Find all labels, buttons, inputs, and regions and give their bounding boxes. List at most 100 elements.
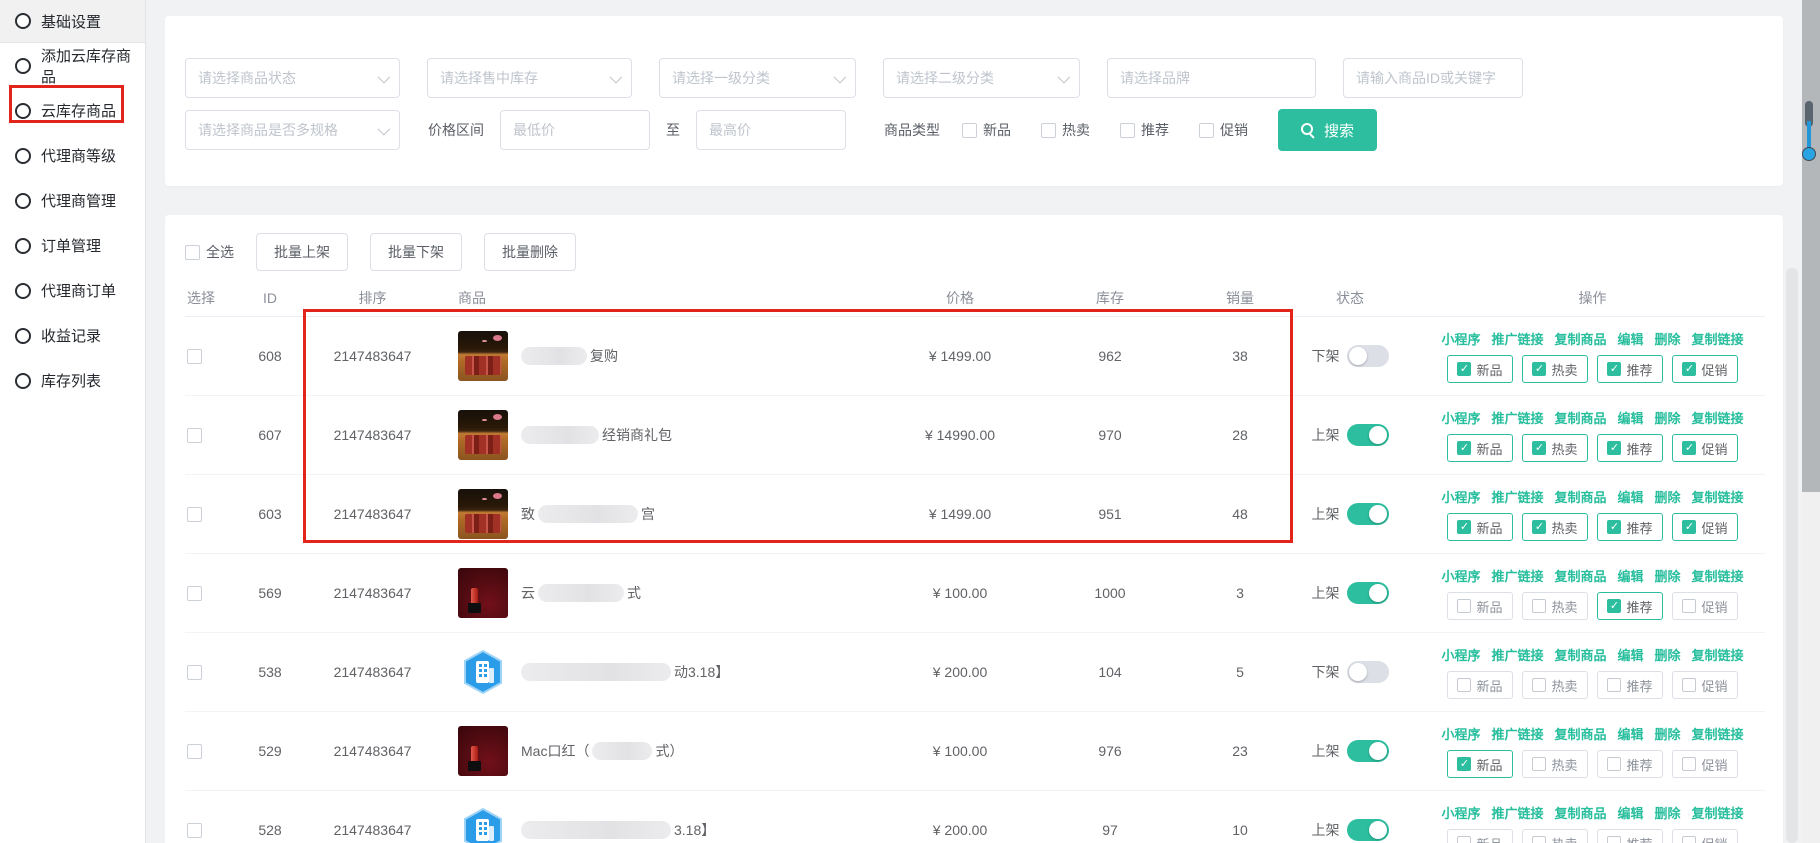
- link-delete[interactable]: 删除: [1655, 487, 1681, 506]
- link-miniprogram[interactable]: 小程序: [1441, 803, 1480, 822]
- select-product-status[interactable]: 请选择商品状态: [185, 58, 400, 98]
- row-checkbox[interactable]: [187, 823, 202, 838]
- tag-recommend[interactable]: ✓ 推荐: [1597, 592, 1663, 620]
- row-checkbox[interactable]: [187, 507, 202, 522]
- tag-hot[interactable]: 热卖: [1522, 671, 1588, 699]
- tag-recommend[interactable]: 推荐: [1597, 671, 1663, 699]
- link-miniprogram[interactable]: 小程序: [1441, 487, 1480, 506]
- batch-on-shelf-button[interactable]: 批量上架: [256, 233, 348, 271]
- status-toggle[interactable]: [1347, 503, 1389, 525]
- max-price-input[interactable]: [696, 110, 846, 150]
- tag-hot[interactable]: 热卖: [1522, 829, 1588, 843]
- link-edit[interactable]: 编辑: [1618, 329, 1644, 348]
- link-edit[interactable]: 编辑: [1618, 803, 1644, 822]
- tag-hot[interactable]: ✓ 热卖: [1522, 434, 1588, 462]
- link-copy-url[interactable]: 复制链接: [1692, 803, 1744, 822]
- status-toggle[interactable]: [1347, 345, 1389, 367]
- link-delete[interactable]: 删除: [1655, 724, 1681, 743]
- tag-hot[interactable]: 热卖: [1522, 750, 1588, 778]
- brand-input[interactable]: [1107, 58, 1316, 98]
- page-scrollbar-thumb[interactable]: [1802, 0, 1820, 492]
- link-promo-link[interactable]: 推广链接: [1491, 803, 1543, 822]
- status-toggle[interactable]: [1347, 819, 1389, 841]
- link-edit[interactable]: 编辑: [1618, 566, 1644, 585]
- sidebar-item-3[interactable]: 代理商等级: [0, 133, 145, 178]
- row-checkbox[interactable]: [187, 349, 202, 364]
- tag-new[interactable]: 新品: [1447, 829, 1513, 843]
- link-miniprogram[interactable]: 小程序: [1441, 724, 1480, 743]
- link-copy-url[interactable]: 复制链接: [1692, 408, 1744, 427]
- link-copy-url[interactable]: 复制链接: [1692, 487, 1744, 506]
- status-toggle[interactable]: [1347, 582, 1389, 604]
- link-edit[interactable]: 编辑: [1618, 487, 1644, 506]
- sidebar-item-1[interactable]: 添加云库存商品: [0, 43, 145, 88]
- inner-scrollbar-thumb[interactable]: [1786, 268, 1798, 843]
- link-delete[interactable]: 删除: [1655, 803, 1681, 822]
- select-onsale-stock[interactable]: 请选择售中库存: [427, 58, 632, 98]
- tag-hot[interactable]: ✓ 热卖: [1522, 513, 1588, 541]
- link-promo-link[interactable]: 推广链接: [1491, 329, 1543, 348]
- link-copy-product[interactable]: 复制商品: [1554, 645, 1606, 664]
- keyword-input[interactable]: [1343, 58, 1523, 98]
- tag-new[interactable]: ✓ 新品: [1447, 434, 1513, 462]
- sidebar-item-6[interactable]: 代理商订单: [0, 268, 145, 313]
- status-toggle[interactable]: [1347, 661, 1389, 683]
- link-copy-product[interactable]: 复制商品: [1554, 803, 1606, 822]
- link-promo-link[interactable]: 推广链接: [1491, 724, 1543, 743]
- link-copy-url[interactable]: 复制链接: [1692, 566, 1744, 585]
- link-miniprogram[interactable]: 小程序: [1441, 566, 1480, 585]
- link-miniprogram[interactable]: 小程序: [1441, 645, 1480, 664]
- link-copy-url[interactable]: 复制链接: [1692, 329, 1744, 348]
- link-delete[interactable]: 删除: [1655, 329, 1681, 348]
- sidebar-item-0[interactable]: 基础设置: [0, 0, 145, 43]
- type-checkbox-0[interactable]: 新品: [962, 120, 1011, 140]
- row-checkbox[interactable]: [187, 665, 202, 680]
- tag-recommend[interactable]: ✓ 推荐: [1597, 434, 1663, 462]
- status-toggle[interactable]: [1347, 740, 1389, 762]
- batch-delete-button[interactable]: 批量删除: [484, 233, 576, 271]
- type-checkbox-3[interactable]: 促销: [1199, 120, 1248, 140]
- status-toggle[interactable]: [1347, 424, 1389, 446]
- sidebar-item-5[interactable]: 订单管理: [0, 223, 145, 268]
- tag-new[interactable]: 新品: [1447, 671, 1513, 699]
- tag-recommend[interactable]: ✓ 推荐: [1597, 513, 1663, 541]
- select-category-level2[interactable]: 请选择二级分类: [883, 58, 1080, 98]
- tag-hot[interactable]: 热卖: [1522, 592, 1588, 620]
- link-copy-url[interactable]: 复制链接: [1692, 724, 1744, 743]
- link-copy-url[interactable]: 复制链接: [1692, 645, 1744, 664]
- type-checkbox-2[interactable]: 推荐: [1120, 120, 1169, 140]
- link-promo-link[interactable]: 推广链接: [1491, 487, 1543, 506]
- tag-promotion[interactable]: ✓ 促销: [1672, 434, 1738, 462]
- select-category-level1[interactable]: 请选择一级分类: [659, 58, 856, 98]
- tag-new[interactable]: 新品: [1447, 592, 1513, 620]
- link-copy-product[interactable]: 复制商品: [1554, 724, 1606, 743]
- tag-promotion[interactable]: 促销: [1672, 750, 1738, 778]
- batch-off-shelf-button[interactable]: 批量下架: [370, 233, 462, 271]
- row-checkbox[interactable]: [187, 744, 202, 759]
- link-miniprogram[interactable]: 小程序: [1441, 408, 1480, 427]
- tag-new[interactable]: ✓ 新品: [1447, 750, 1513, 778]
- link-copy-product[interactable]: 复制商品: [1554, 408, 1606, 427]
- link-copy-product[interactable]: 复制商品: [1554, 329, 1606, 348]
- link-delete[interactable]: 删除: [1655, 645, 1681, 664]
- tag-new[interactable]: ✓ 新品: [1447, 513, 1513, 541]
- link-promo-link[interactable]: 推广链接: [1491, 566, 1543, 585]
- tag-promotion[interactable]: 促销: [1672, 671, 1738, 699]
- sidebar-item-4[interactable]: 代理商管理: [0, 178, 145, 223]
- tag-recommend[interactable]: 推荐: [1597, 829, 1663, 843]
- select-multi-spec[interactable]: 请选择商品是否多规格: [185, 110, 400, 150]
- sidebar-item-7[interactable]: 收益记录: [0, 313, 145, 358]
- sidebar-item-2[interactable]: 云库存商品: [0, 88, 145, 133]
- search-button[interactable]: 搜索: [1278, 109, 1377, 151]
- link-promo-link[interactable]: 推广链接: [1491, 408, 1543, 427]
- link-delete[interactable]: 删除: [1655, 408, 1681, 427]
- tag-recommend[interactable]: ✓ 推荐: [1597, 355, 1663, 383]
- link-edit[interactable]: 编辑: [1618, 645, 1644, 664]
- tag-new[interactable]: ✓ 新品: [1447, 355, 1513, 383]
- tag-hot[interactable]: ✓ 热卖: [1522, 355, 1588, 383]
- sidebar-item-8[interactable]: 库存列表: [0, 358, 145, 403]
- link-edit[interactable]: 编辑: [1618, 724, 1644, 743]
- type-checkbox-1[interactable]: 热卖: [1041, 120, 1090, 140]
- tag-recommend[interactable]: 推荐: [1597, 750, 1663, 778]
- row-checkbox[interactable]: [187, 586, 202, 601]
